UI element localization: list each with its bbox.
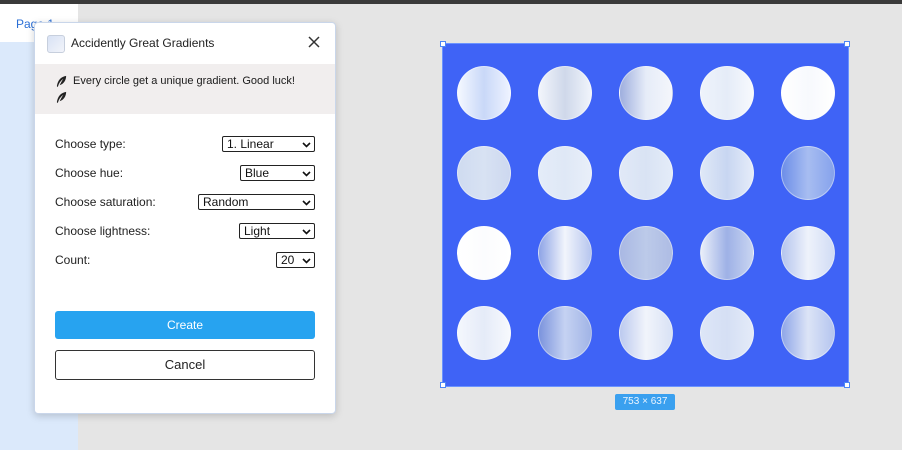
resize-handle-top-right[interactable] [844,41,850,47]
gradient-circle[interactable] [538,226,592,280]
plugin-dialog: Accidently Great Gradients Every circle … [34,22,336,414]
gradient-frame[interactable] [443,44,848,386]
dialog-title: Accidently Great Gradients [71,36,215,50]
gradient-circle[interactable] [781,146,835,200]
gradient-circle[interactable] [781,306,835,360]
saturation-value: Random [203,195,249,209]
gradient-circle[interactable] [457,66,511,120]
chevron-down-icon [302,171,311,177]
lightness-label: Choose lightness: [55,224,151,238]
plugin-app-icon [47,35,65,53]
gradient-circle[interactable] [538,66,592,120]
chevron-down-icon [302,142,311,148]
dialog-header: Accidently Great Gradients [35,23,335,63]
saturation-label: Choose saturation: [55,195,156,209]
gradient-circle[interactable] [619,66,673,120]
gradient-circle[interactable] [457,306,511,360]
saturation-select[interactable]: Random [198,194,315,210]
gradient-circle[interactable] [619,146,673,200]
lightness-select[interactable]: Light [239,223,315,239]
lightness-value: Light [244,224,271,238]
gradient-circle[interactable] [457,146,511,200]
gradient-circle[interactable] [538,306,592,360]
type-label: Choose type: [55,137,126,151]
gradient-circle[interactable] [781,226,835,280]
app-top-bar [0,0,902,4]
info-note [35,64,335,114]
resize-handle-top-left[interactable] [440,41,446,47]
count-select[interactable]: 20 [276,252,315,268]
cancel-button[interactable]: Cancel [55,350,315,380]
hue-select[interactable]: Blue [240,165,315,181]
chevron-down-icon [302,200,311,206]
chevron-down-icon [302,229,311,235]
create-button[interactable]: Create [55,311,315,339]
count-value: 20 [281,253,295,267]
gradient-circle[interactable] [538,146,592,200]
size-badge: 753 × 637 [615,394,675,410]
type-select[interactable]: 1. Linear [222,136,315,152]
hue-label: Choose hue: [55,166,124,180]
gradient-circle[interactable] [700,146,754,200]
chevron-down-icon [302,258,311,264]
gradient-circle[interactable] [700,306,754,360]
count-label: Count: [55,253,91,267]
gradient-circle[interactable] [700,66,754,120]
feather-icon [56,75,67,88]
note-text: Every circle get a unique gradient. Good… [73,75,295,87]
feather-icon [56,91,67,104]
resize-handle-bottom-right[interactable] [844,382,850,388]
gradient-circle[interactable] [457,226,511,280]
hue-value: Blue [245,166,270,180]
type-value: 1. Linear [227,137,274,151]
close-icon[interactable] [307,35,321,49]
gradient-circle[interactable] [619,226,673,280]
gradient-circle[interactable] [700,226,754,280]
resize-handle-bottom-left[interactable] [440,382,446,388]
gradient-circle[interactable] [619,306,673,360]
gradient-circle[interactable] [781,66,835,120]
